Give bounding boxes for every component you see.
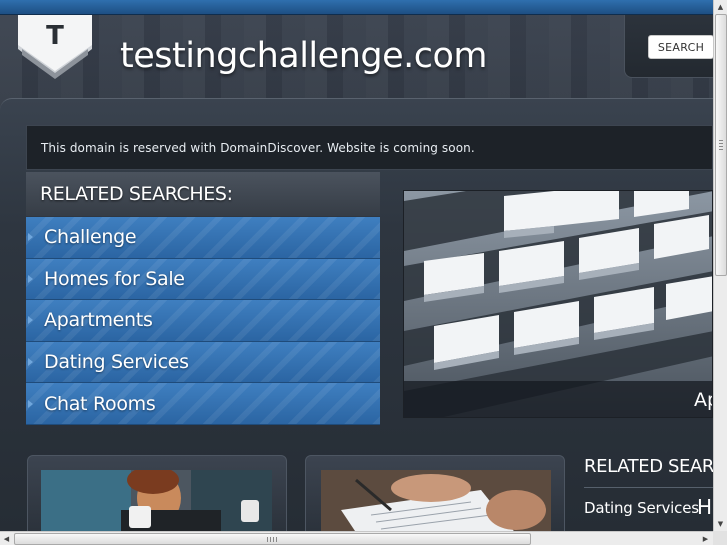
related-item-apartments[interactable]: Apartments [26,300,380,342]
vertical-scroll-thumb[interactable] [715,14,727,276]
scroll-down-icon[interactable]: ▼ [714,517,727,530]
search-button[interactable]: SEARCH [648,35,714,59]
related-item-label: Dating Services [44,351,189,374]
related-item-homes-for-sale[interactable]: Homes for Sale [26,258,380,301]
related-searches-list: Challenge Homes for Sale Apartments Dati… [26,217,380,425]
related-item-label: Apartments [44,309,153,332]
horizontal-scrollbar[interactable]: ◀ ▶ [0,531,713,545]
related-item-dating-services[interactable]: Dating Services [26,341,380,384]
notice-text: This domain is reserved with DomainDisco… [41,140,475,155]
card-photo-signing [321,470,551,534]
horizontal-scroll-thumb[interactable] [14,533,531,545]
scroll-left-icon[interactable]: ◀ [0,532,13,545]
site-title[interactable]: testingchallenge.com [120,36,488,76]
feature-caption-bar [404,381,712,417]
related-searches-title: RELATED SEARCHES: [40,183,233,205]
bottom-related-title: RELATED SEAR [584,456,715,477]
scroll-up-icon[interactable]: ▲ [714,0,727,13]
notice-bar: This domain is reserved with DomainDisco… [26,125,713,170]
related-item-label: Challenge [44,226,137,249]
related-searches-header: RELATED SEARCHES: [26,172,380,216]
related-item-challenge[interactable]: Challenge [26,217,380,259]
bottom-related-item-dating-services[interactable]: Dating Services [584,499,699,517]
arrow-right-icon [28,316,33,325]
arrow-right-icon [28,358,33,367]
scroll-right-icon[interactable]: ▶ [699,532,712,545]
related-item-chat-rooms[interactable]: Chat Rooms [26,383,380,425]
arrow-right-icon [28,399,33,408]
related-item-label: Homes for Sale [44,267,185,290]
logo[interactable]: T [18,15,92,79]
related-item-label: Chat Rooms [44,392,156,415]
scrollbar-corner [713,531,727,545]
card-photo-coffee [41,470,272,534]
feature-image[interactable]: Ap [403,190,713,418]
logo-letter: T [46,21,64,51]
bottom-related-item-partial[interactable]: H [697,495,712,519]
card-2[interactable] [305,455,565,535]
grip-icon [719,140,723,150]
divider [584,487,713,488]
arrow-right-icon [28,233,33,242]
card-1[interactable] [27,455,287,535]
vertical-scrollbar[interactable]: ▲ ▼ [713,0,727,531]
top-strip [0,0,713,15]
grip-icon [267,537,277,542]
arrow-right-icon [28,274,33,283]
feature-caption: Ap [694,389,712,411]
